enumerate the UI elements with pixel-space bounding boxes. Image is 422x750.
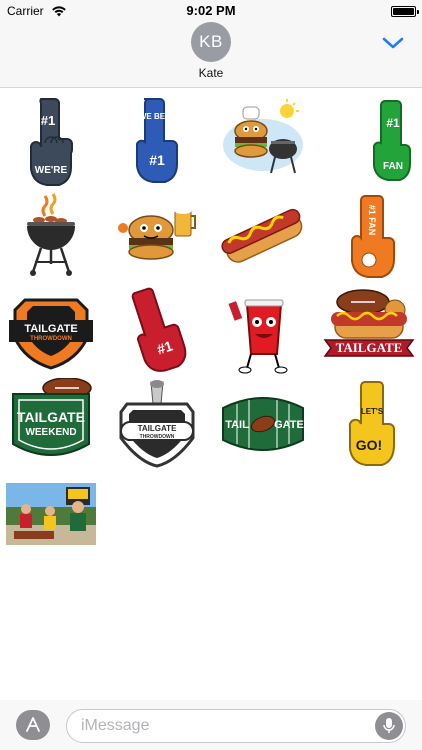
sticker-number-one-fan-orange[interactable]: #1 FAN bbox=[323, 190, 415, 282]
sticker-tailgate-hotdog-football[interactable]: TAILGATE bbox=[323, 284, 415, 376]
message-compose-bar bbox=[0, 700, 422, 750]
foam-finger-navy: #1 WE'RE bbox=[30, 98, 73, 186]
burger-beer-illustration bbox=[118, 206, 196, 260]
chevron-down-icon[interactable] bbox=[382, 36, 404, 50]
sticker-we-be-number-one[interactable]: WE BE #1 bbox=[111, 95, 203, 187]
sticker-text: #1 bbox=[149, 152, 165, 168]
imessage-input[interactable] bbox=[81, 716, 371, 736]
sticker-text: TAILGATE bbox=[17, 409, 85, 425]
sticker-text: TAIL bbox=[225, 419, 249, 431]
tailgate-hotdog-badge: TAILGATE bbox=[323, 289, 415, 357]
sticker-bbq-grill[interactable] bbox=[5, 190, 97, 282]
microphone-icon bbox=[383, 718, 395, 733]
battery-icon bbox=[391, 6, 419, 17]
sticker-text: TAILGATE bbox=[24, 323, 77, 335]
foam-finger-red: #1 bbox=[131, 287, 187, 372]
app-store-button[interactable] bbox=[16, 710, 50, 740]
avatar[interactable]: KB bbox=[191, 22, 231, 62]
sticker-text: TAILGATE bbox=[138, 424, 177, 433]
sticker-red-cup-mascot[interactable] bbox=[217, 284, 309, 376]
clock: 9:02 PM bbox=[186, 3, 236, 18]
tail-gate-field-badge: TAIL GATE bbox=[222, 397, 304, 451]
tailgate-weekend-badge: TAILGATE WEEKEND bbox=[12, 378, 92, 456]
bbq-grill-illustration bbox=[27, 193, 75, 276]
sticker-lets-go-yellow[interactable]: LET'S GO! bbox=[323, 378, 415, 470]
contact-name[interactable]: Kate bbox=[0, 66, 422, 80]
sticker-tail-gate-field[interactable]: TAIL GATE bbox=[217, 378, 309, 470]
sticker-tailgate-photo[interactable] bbox=[6, 483, 96, 545]
sticker-text: #1 FAN bbox=[367, 205, 377, 236]
sticker-text: THROWDOWN bbox=[140, 434, 175, 440]
sticker-number-one-fan-green[interactable]: #1 FAN bbox=[323, 95, 415, 187]
imessage-field[interactable] bbox=[66, 709, 406, 743]
foam-finger-blue: WE BE #1 bbox=[136, 98, 178, 183]
hotdog-illustration bbox=[221, 208, 303, 263]
app-store-icon bbox=[26, 717, 40, 732]
burger-chef-illustration bbox=[223, 99, 303, 174]
foam-finger-yellow: LET'S GO! bbox=[348, 381, 395, 466]
sticker-hotdog[interactable] bbox=[217, 190, 309, 282]
tailgate-throwdown-badge: TAILGATE THROWDOWN bbox=[9, 298, 93, 370]
sticker-red-foam-finger[interactable]: #1 bbox=[111, 284, 203, 376]
tailgate-party-photo bbox=[6, 483, 96, 545]
sticker-text: #1 bbox=[386, 116, 400, 130]
red-cup-illustration bbox=[228, 299, 288, 374]
sticker-text: LET'S bbox=[361, 407, 384, 416]
sticker-tailgate-throwdown-trophy[interactable]: TAILGATE THROWDOWN bbox=[111, 378, 203, 470]
tailgate-throwdown-trophy-badge: TAILGATE THROWDOWN bbox=[119, 380, 195, 468]
sticker-text: WEEKEND bbox=[25, 427, 76, 438]
status-bar: Carrier 9:02 PM bbox=[0, 0, 422, 22]
sticker-text: WE BE bbox=[139, 112, 166, 121]
sticker-text: THROWDOWN bbox=[30, 336, 72, 342]
sticker-text: GATE bbox=[274, 419, 304, 431]
sticker-text: WE'RE bbox=[35, 165, 68, 176]
sticker-tailgate-weekend[interactable]: TAILGATE WEEKEND bbox=[5, 378, 97, 470]
sticker-we-are-number-one[interactable]: #1 WE'RE bbox=[5, 95, 97, 187]
sticker-text: TAILGATE bbox=[336, 340, 403, 355]
sticker-text: GO! bbox=[356, 437, 382, 453]
microphone-button[interactable] bbox=[375, 712, 403, 740]
sticker-text: #1 bbox=[41, 113, 55, 128]
foam-finger-orange: #1 FAN bbox=[351, 195, 395, 278]
sticker-tailgate-throwdown[interactable]: TAILGATE THROWDOWN bbox=[5, 284, 97, 376]
foam-finger-green: #1 FAN bbox=[373, 100, 411, 181]
sticker-text: FAN bbox=[383, 161, 403, 172]
sticker-grid: #1 WE'RE WE BE #1 #1 FAN #1 FAN TAILGATE… bbox=[0, 89, 422, 695]
conversation-header: KB Kate bbox=[0, 22, 422, 88]
sticker-burger-chef-grill[interactable] bbox=[217, 95, 309, 187]
sticker-burger-beer[interactable] bbox=[111, 190, 203, 282]
